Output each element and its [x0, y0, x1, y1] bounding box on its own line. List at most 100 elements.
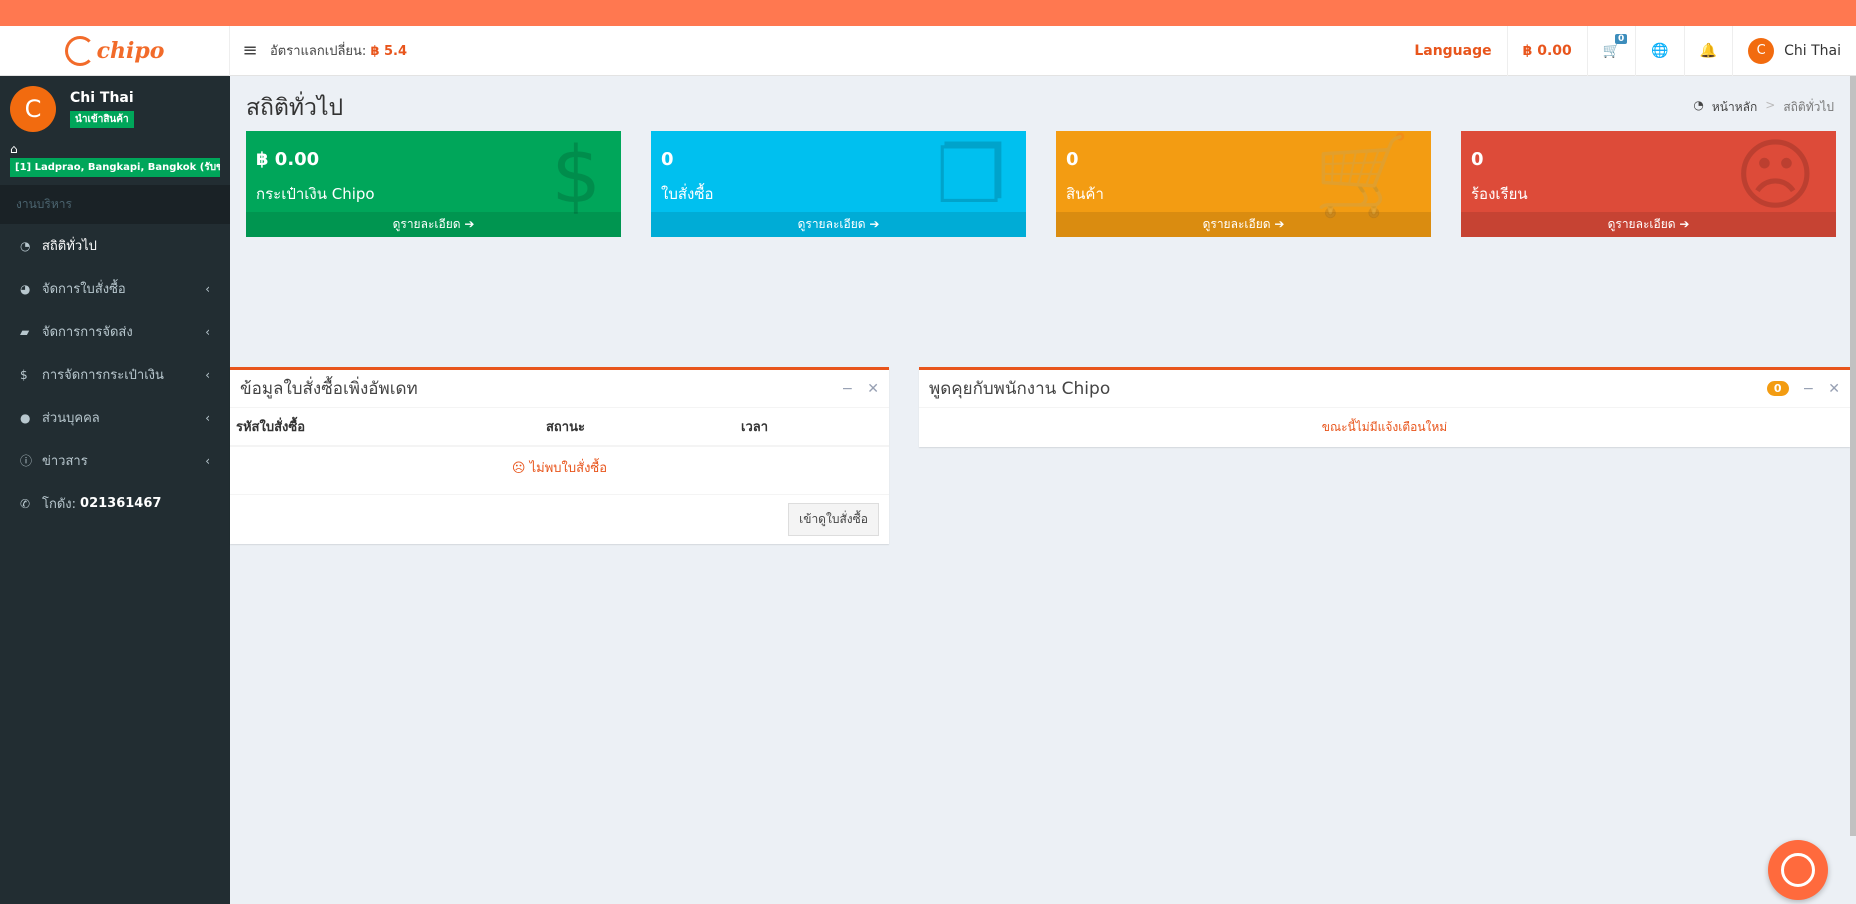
stat-label: กระเป๋าเงิน Chipo — [256, 185, 375, 203]
orders-table: รหัสใบสั่งซื้อ สถานะ เวลา — [230, 408, 889, 447]
stat-value: 0 — [661, 149, 674, 170]
column-header: สถานะ — [540, 408, 735, 447]
stat-label: ร้องเรียน — [1471, 185, 1528, 203]
user-menu[interactable]: C Chi Thai — [1732, 25, 1856, 76]
stat-value: ฿ 0.00 — [256, 149, 320, 170]
dollar-icon: $ — [551, 131, 601, 221]
exchange-rate: อัตราแลกเปลี่ยน: ฿ 5.4 — [270, 40, 407, 61]
chevron-left-icon: ‹ — [205, 367, 210, 382]
chipo-logo[interactable]: chipo — [0, 25, 230, 76]
user-name: Chi Thai — [1784, 42, 1841, 59]
dashboard-icon: ◔ — [1693, 98, 1704, 112]
breadcrumb-home[interactable]: หน้าหลัก — [1712, 98, 1757, 117]
phone-icon: ✆ — [20, 496, 31, 511]
files-icon: ❐ — [936, 131, 1006, 221]
sidebar-item-label: ข่าวสาร — [42, 454, 88, 469]
column-header: รหัสใบสั่งซื้อ — [230, 408, 540, 447]
chevron-left-icon: ‹ — [205, 410, 210, 425]
sidebar-item-orders[interactable]: ◕ จัดการใบสั่งซื้อ ‹ — [0, 267, 230, 310]
hamburger-icon[interactable]: ≡ — [230, 40, 270, 61]
view-orders-button[interactable]: เข้าดูใบสั่งซื้อ — [788, 503, 879, 536]
logo-text: chipo — [96, 37, 165, 64]
sidebar-item-phone[interactable]: ✆ โกดัง: 021361467 — [0, 482, 230, 525]
breadcrumb: ◔ หน้าหลัก > สถิติทั่วไป — [1693, 98, 1834, 117]
top-header: chipo ≡ อัตราแลกเปลี่ยน: ฿ 5.4 Language … — [0, 25, 1856, 76]
products-stat-box: 0 สินค้า 🛒 ดูรายละเอียด ➔ — [1056, 131, 1431, 237]
column-header: เวลา — [735, 408, 889, 447]
close-icon[interactable]: ✕ — [1828, 381, 1840, 397]
minimize-icon[interactable]: − — [1803, 381, 1815, 397]
messenger-icon — [1781, 853, 1815, 887]
orders-stat-box: 0 ใบสั่งซื้อ ❐ ดูรายละเอียด ➔ — [651, 131, 1026, 237]
cart-button[interactable]: 🛒 0 — [1586, 25, 1635, 76]
sidebar-item-label: ส่วนบุคคล — [42, 411, 100, 426]
sidebar-item-label: จัดการใบสั่งซื้อ — [42, 282, 126, 297]
stat-more-link[interactable]: ดูรายละเอียด ➔ — [1056, 212, 1431, 237]
stat-label: สินค้า — [1066, 185, 1104, 203]
sidebar-item-dashboard[interactable]: ◔ สถิติทั่วไป — [0, 224, 230, 267]
sidebar-item-shipping[interactable]: ▰ จัดการการจัดส่ง ‹ — [0, 310, 230, 353]
arrow-circle-right-icon: ➔ — [1274, 217, 1285, 231]
messenger-chat-button[interactable] — [1768, 840, 1828, 900]
chevron-left-icon: ‹ — [205, 281, 210, 296]
language-button[interactable]: Language — [1399, 26, 1506, 76]
exchange-rate-value: ฿ 5.4 — [370, 44, 408, 59]
panel-title: ข้อมูลใบสั่งซื้อเพิ่งอัพเดท — [240, 379, 418, 399]
balance-display[interactable]: ฿ 0.00 — [1506, 25, 1587, 76]
sidebar-item-wallet[interactable]: $ การจัดการกระเป๋าเงิน ‹ — [0, 353, 230, 396]
breadcrumb-separator: > — [1765, 98, 1776, 112]
exchange-rate-label: อัตราแลกเปลี่ยน: — [270, 44, 367, 59]
truck-icon: ▰ — [20, 324, 30, 339]
sidebar-item-label: การจัดการกระเป๋าเงิน — [42, 368, 164, 383]
sidebar-item-label: จัดการการจัดส่ง — [42, 325, 133, 340]
complaints-stat-box: 0 ร้องเรียน ☹ ดูรายละเอียด ➔ — [1461, 131, 1836, 237]
user-icon: ● — [20, 410, 31, 425]
chat-panel: พูดคุยกับพนักงาน Chipo 0 − ✕ ขณะนี้ไม่มี… — [919, 367, 1850, 447]
sidebar: C Chi Thai นำเข้าสินค้า ⌂ [1] Ladprao, B… — [0, 76, 230, 904]
sidebar-avatar: C — [10, 86, 56, 132]
role-badge: นำเข้าสินค้า — [70, 111, 134, 128]
arrow-circle-right-icon: ➔ — [869, 217, 880, 231]
arrow-circle-right-icon: ➔ — [1679, 217, 1690, 231]
stat-more-link[interactable]: ดูรายละเอียด ➔ — [246, 212, 621, 237]
bell-icon[interactable]: 🔔 — [1683, 25, 1732, 76]
main-content: สถิติทั่วไป ◔ หน้าหลัก > สถิติทั่วไป ฿ 0… — [230, 76, 1856, 904]
dollar-icon: $ — [20, 367, 28, 382]
arrow-circle-right-icon: ➔ — [464, 217, 475, 231]
sidebar-item-news[interactable]: ⓘ ข่าวสาร ‹ — [0, 439, 230, 482]
no-notification-message: ขณะนี้ไม่มีแจ้งเตือนใหม่ — [1321, 420, 1448, 434]
stat-more-link[interactable]: ดูรายละเอียด ➔ — [1461, 212, 1836, 237]
page-title: สถิติทั่วไป — [246, 95, 344, 121]
close-icon[interactable]: ✕ — [867, 381, 879, 397]
chat-count-badge: 0 — [1766, 381, 1789, 396]
recent-orders-panel: ข้อมูลใบสั่งซื้อเพิ่งอัพเดท − ✕ รหัสใบสั… — [230, 367, 889, 544]
page-scrollbar[interactable] — [1850, 76, 1856, 836]
wallet-stat-box: ฿ 0.00 กระเป๋าเงิน Chipo $ ดูรายละเอียด … — [246, 131, 621, 237]
panel-title: พูดคุยกับพนักงาน Chipo — [929, 379, 1111, 399]
stat-value: 0 — [1471, 149, 1484, 170]
chevron-left-icon: ‹ — [205, 453, 210, 468]
empty-orders-message: ☹ ไม่พบใบสั่งซื้อ — [511, 461, 608, 476]
stat-more-link[interactable]: ดูรายละเอียด ➔ — [651, 212, 1026, 237]
sidebar-item-personal[interactable]: ● ส่วนบุคคล ‹ — [0, 396, 230, 439]
top-strip — [0, 0, 1856, 26]
cart-count-badge: 0 — [1614, 33, 1628, 44]
menu-header: งานบริหาร — [0, 185, 230, 224]
sidebar-user-name: Chi Thai — [70, 90, 134, 106]
info-icon: ⓘ — [20, 454, 33, 468]
logo-swirl-icon — [64, 35, 95, 66]
address-badge[interactable]: [1] Ladprao, Bangkapi, Bangkok (รับของที… — [10, 158, 220, 177]
user-panel: C Chi Thai นำเข้าสินค้า — [0, 76, 230, 138]
stat-label: ใบสั่งซื้อ — [661, 185, 714, 203]
dashboard-icon: ◔ — [20, 238, 31, 253]
cart-icon: 🛒 — [1313, 131, 1411, 221]
stat-value: 0 — [1066, 149, 1079, 170]
globe-icon[interactable]: 🌐 — [1635, 25, 1683, 76]
frown-icon: ☹ — [1734, 131, 1816, 221]
minimize-icon[interactable]: − — [842, 381, 854, 397]
chevron-left-icon: ‹ — [205, 324, 210, 339]
phone-label: โกดัง: — [42, 497, 77, 512]
avatar: C — [1748, 37, 1775, 64]
phone-value: 021361467 — [80, 496, 162, 511]
cart-icon: 🛒 — [1602, 42, 1621, 59]
